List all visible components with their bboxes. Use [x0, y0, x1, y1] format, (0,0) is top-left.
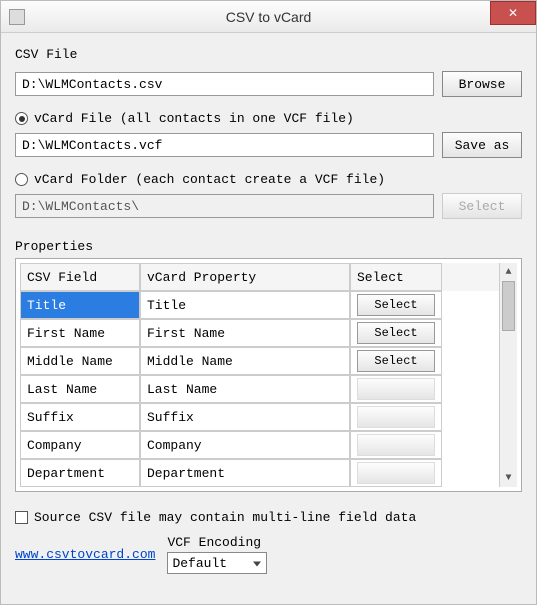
table-scrollbar[interactable]: ▲ ▼ — [499, 263, 517, 487]
multiline-checkbox-label: Source CSV file may contain multi-line f… — [34, 510, 416, 525]
vcard-file-radio[interactable] — [15, 112, 28, 125]
cell-csv-field: Department — [20, 459, 140, 487]
encoding-select[interactable]: Default — [167, 552, 267, 574]
cell-vcard-property: Last Name — [140, 375, 350, 403]
scroll-thumb[interactable] — [502, 281, 515, 331]
content-area: CSV File Browse vCard File (all contacts… — [1, 33, 536, 604]
header-vcard-property[interactable]: vCard Property — [140, 263, 350, 291]
encoding-label: VCF Encoding — [167, 535, 267, 550]
cell-select: Select — [350, 319, 442, 347]
close-icon: ✕ — [508, 6, 518, 20]
table-header-row: CSV Field vCard Property Select — [20, 263, 499, 291]
save-as-button[interactable]: Save as — [442, 132, 522, 158]
vcard-file-input[interactable] — [15, 133, 434, 157]
folder-select-button: Select — [442, 193, 522, 219]
cell-select: Select — [350, 347, 442, 375]
header-csv-field[interactable]: CSV Field — [20, 263, 140, 291]
cell-csv-field: First Name — [20, 319, 140, 347]
cell-select — [350, 403, 442, 431]
row-select-button[interactable]: Select — [357, 350, 435, 372]
scroll-up-icon[interactable]: ▲ — [500, 263, 517, 281]
cell-vcard-property: Suffix — [140, 403, 350, 431]
cell-vcard-property: First Name — [140, 319, 350, 347]
browse-button[interactable]: Browse — [442, 71, 522, 97]
app-icon — [9, 9, 25, 25]
app-window: CSV to vCard ✕ CSV File Browse vCard Fil… — [0, 0, 537, 605]
table-row[interactable]: First NameFirst Name Select — [20, 319, 499, 347]
csv-file-label: CSV File — [15, 47, 522, 62]
table-row[interactable]: CompanyCompany — [20, 431, 499, 459]
encoding-value: Default — [172, 556, 227, 571]
csv-file-input[interactable] — [15, 72, 434, 96]
table-row[interactable]: SuffixSuffix — [20, 403, 499, 431]
table-row[interactable]: Last NameLast Name — [20, 375, 499, 403]
website-link[interactable]: www.csvtovcard.com — [15, 547, 155, 562]
row-select-button — [357, 406, 435, 428]
cell-vcard-property: Title — [140, 291, 350, 319]
cell-select — [350, 375, 442, 403]
cell-select: Select — [350, 291, 442, 319]
window-title: CSV to vCard — [226, 9, 312, 25]
properties-label: Properties — [15, 239, 522, 254]
properties-table: CSV Field vCard Property Select TitleTit… — [15, 258, 522, 492]
cell-csv-field: Last Name — [20, 375, 140, 403]
vcard-folder-radio-label: vCard Folder (each contact create a VCF … — [34, 172, 385, 187]
row-select-button — [357, 462, 435, 484]
cell-vcard-property: Department — [140, 459, 350, 487]
cell-vcard-property: Middle Name — [140, 347, 350, 375]
row-select-button — [357, 378, 435, 400]
table-row[interactable]: DepartmentDepartment — [20, 459, 499, 487]
header-select[interactable]: Select — [350, 263, 442, 291]
row-select-button[interactable]: Select — [357, 322, 435, 344]
row-select-button — [357, 434, 435, 456]
cell-select — [350, 459, 442, 487]
vcard-folder-input — [15, 194, 434, 218]
row-select-button[interactable]: Select — [357, 294, 435, 316]
cell-csv-field: Suffix — [20, 403, 140, 431]
cell-csv-field: Company — [20, 431, 140, 459]
table-row[interactable]: TitleTitle Select — [20, 291, 499, 319]
cell-select — [350, 431, 442, 459]
close-button[interactable]: ✕ — [490, 1, 536, 25]
multiline-checkbox[interactable] — [15, 511, 28, 524]
scroll-down-icon[interactable]: ▼ — [500, 469, 517, 487]
vcard-folder-radio[interactable] — [15, 173, 28, 186]
cell-vcard-property: Company — [140, 431, 350, 459]
table-row[interactable]: Middle NameMiddle Name Select — [20, 347, 499, 375]
cell-csv-field: Title — [20, 291, 140, 319]
titlebar: CSV to vCard ✕ — [1, 1, 536, 33]
scroll-track[interactable] — [500, 281, 517, 469]
vcard-file-radio-label: vCard File (all contacts in one VCF file… — [34, 111, 354, 126]
cell-csv-field: Middle Name — [20, 347, 140, 375]
